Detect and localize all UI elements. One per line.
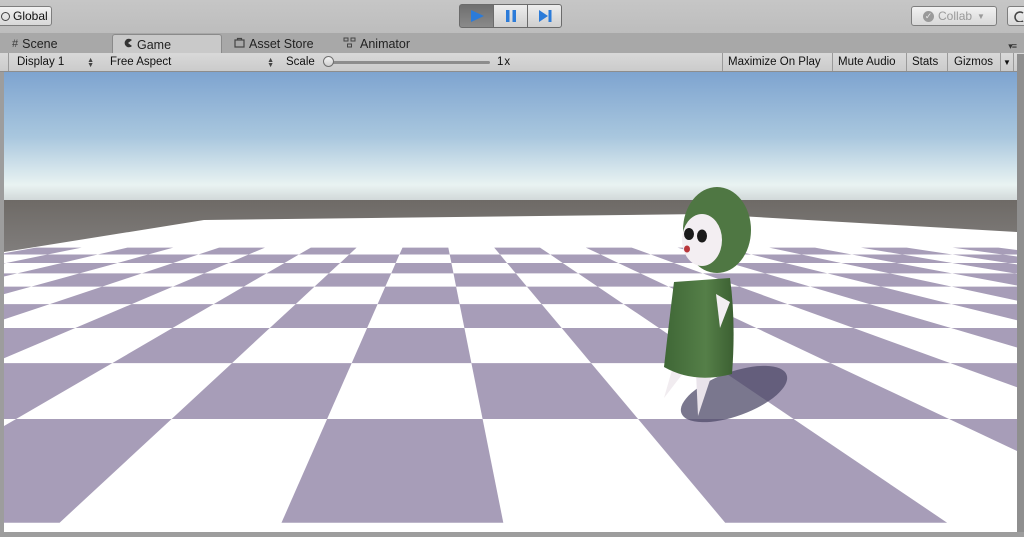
- gizmos-toggle[interactable]: Gizmos: [947, 53, 1001, 71]
- spinner-arrows-icon: ▲ ▼: [267, 57, 274, 69]
- floor-tile: [391, 263, 454, 274]
- pause-icon: [505, 10, 516, 22]
- collab-button[interactable]: ✓ Collab ▼: [911, 6, 997, 26]
- playmode-controls: [459, 4, 562, 28]
- pause-button[interactable]: [493, 4, 528, 28]
- view-tab-strip: # Scene Game Asset Store Animator ▾≡: [0, 33, 1024, 54]
- cloud-icon: [1014, 11, 1024, 22]
- mute-audio-toggle[interactable]: Mute Audio: [832, 53, 906, 71]
- play-button[interactable]: [459, 4, 494, 28]
- tab-asset-store[interactable]: Asset Store: [234, 35, 314, 53]
- checker-floor: [4, 214, 1017, 532]
- gizmos-dropdown-arrow[interactable]: ▼: [1000, 53, 1014, 71]
- aspect-select-value: Free Aspect: [110, 56, 172, 68]
- aspect-select[interactable]: Free Aspect ▲ ▼: [102, 53, 282, 71]
- scale-slider-track[interactable]: [332, 61, 490, 64]
- game-render: [4, 72, 1017, 532]
- panel-border: [1017, 54, 1024, 537]
- global-toggle-label: Global: [13, 9, 48, 23]
- maximize-on-play-toggle[interactable]: Maximize On Play: [722, 53, 832, 71]
- tab-asset-store-label: Asset Store: [249, 37, 314, 51]
- cloud-button[interactable]: [1007, 6, 1024, 26]
- bag-icon: [234, 37, 245, 51]
- chevron-down-icon: ▼: [977, 11, 985, 21]
- game-viewport[interactable]: [4, 72, 1017, 532]
- scale-value: 1x: [497, 56, 512, 68]
- play-icon: [470, 10, 484, 22]
- tab-scene[interactable]: # Scene: [12, 35, 58, 53]
- game-view-toolbar: Display 1 ▲ ▼ Free Aspect ▲ ▼ Scale 1x Max…: [0, 53, 1024, 72]
- main-toolbar: Global ✓ Collab ▼: [0, 0, 1024, 33]
- floor-tile: [399, 247, 450, 255]
- scale-slider-handle[interactable]: [323, 56, 334, 67]
- display-select-value: Display 1: [17, 56, 65, 68]
- tab-scene-label: Scene: [22, 37, 58, 51]
- stats-toggle[interactable]: Stats: [906, 53, 947, 71]
- pacman-icon: [123, 38, 133, 51]
- tab-animator-label: Animator: [360, 37, 411, 51]
- step-icon: [538, 10, 551, 22]
- grid-icon: #: [12, 38, 19, 50]
- floor-tile: [449, 254, 507, 263]
- panel-border: [0, 532, 1024, 537]
- tab-menu-icon[interactable]: ▾≡: [1008, 41, 1017, 52]
- sky: [4, 72, 1017, 217]
- floor-tile: [377, 286, 460, 305]
- floor-tile: [351, 328, 472, 364]
- nodes-icon: [343, 37, 356, 51]
- globe-icon: [1, 11, 10, 21]
- scale-label: Scale: [286, 56, 315, 68]
- floor-tile: [453, 273, 527, 287]
- floor-tile: [340, 254, 400, 263]
- collab-label: Collab: [938, 9, 973, 23]
- tab-animator[interactable]: Animator: [343, 35, 410, 53]
- tab-game[interactable]: Game: [112, 34, 222, 54]
- display-select[interactable]: Display 1 ▲ ▼: [8, 53, 102, 71]
- check-circle-icon: ✓: [923, 10, 935, 22]
- step-button[interactable]: [527, 4, 562, 28]
- spinner-arrows-icon: ▲ ▼: [87, 57, 94, 69]
- tab-game-label: Game: [137, 37, 172, 52]
- global-toggle-button[interactable]: Global: [0, 6, 52, 26]
